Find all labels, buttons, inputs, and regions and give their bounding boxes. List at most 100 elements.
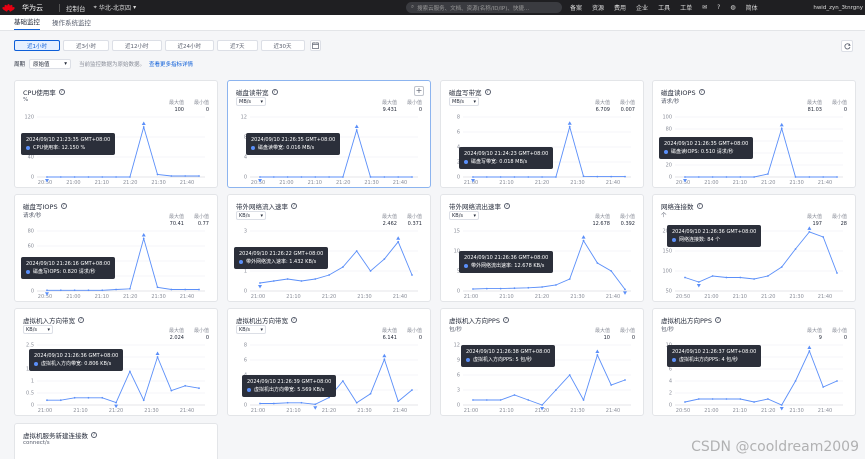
data-point: [156, 286, 159, 289]
x-tick-label: 21:20: [535, 294, 549, 300]
x-tick-label: 21:10: [499, 408, 513, 414]
x-tick-label: 21:00: [66, 180, 80, 186]
notification-icon[interactable]: ✉: [702, 4, 707, 11]
top-link-tools[interactable]: 工具: [658, 3, 670, 12]
y-tick-label: 1: [244, 269, 247, 275]
data-point: [286, 401, 289, 404]
language-switch[interactable]: 简体: [746, 3, 758, 12]
y-tick-label: 6: [244, 358, 247, 364]
brand-name[interactable]: 华为云: [22, 3, 43, 13]
data-point: [87, 396, 90, 399]
time-range-7d[interactable]: 近7天: [217, 40, 258, 51]
y-tick-label: 0: [457, 289, 460, 295]
data-point: [485, 176, 488, 178]
data-point: [101, 176, 104, 178]
region-selector[interactable]: ⌖ 华北-北京四 ▾: [94, 3, 137, 13]
tooltip-time: 2024/09/10 21:26:35 GMT+08:00: [251, 137, 336, 143]
x-tick-label: 20:50: [676, 180, 690, 186]
user-menu[interactable]: hwid_zyn_3tnrgny: [813, 0, 863, 15]
data-point: [725, 276, 728, 279]
period-hint: 当前监控数据为原始数据。: [79, 62, 146, 68]
refresh-button[interactable]: [841, 40, 853, 52]
top-link-tickets[interactable]: 工单: [680, 3, 692, 12]
chevron-down-icon: ▾: [133, 4, 137, 11]
x-tick-label: 21:30: [357, 294, 371, 300]
data-point: [582, 399, 585, 401]
global-search-input[interactable]: ⌕ 搜索云服务、文档、资源(名称/ID/IP)、快捷...: [406, 2, 562, 13]
data-point: [286, 176, 289, 178]
tooltip-time: 2024/09/10 21:26:39 GMT+08:00: [247, 379, 332, 385]
chart-tooltip: 2024/09/10 21:26:35 GMT+08:00 磁盘读带宽: 0.01…: [246, 133, 341, 155]
top-link-resources[interactable]: 资源: [592, 3, 604, 12]
metric-chart[interactable]: 80604020020:5021:0021:1021:2021:3021:40: [15, 195, 219, 303]
more-metrics-link[interactable]: 查看更多指标详情: [149, 60, 193, 68]
metric-card-disk-read-iops: 磁盘读IOPS?请求/秒最大值81.03最小值010080604020020:5…: [652, 80, 856, 188]
calendar-button[interactable]: [309, 40, 321, 51]
metric-card-vm-new-connections: 虚拟机服务新建连接数? connect/s: [14, 423, 218, 459]
data-point: [170, 175, 173, 177]
tab-os-monitoring[interactable]: 操作系统监控: [52, 17, 91, 30]
tooltip-value-row: 虚拟机入方向带宽: 0.806 KB/s: [34, 360, 118, 368]
data-point: [568, 278, 571, 280]
period-select[interactable]: 原始值 ▾: [29, 59, 72, 69]
metric-card-oob-network-in: 带外网络流入速率?KB/s▾最大值2.462最小值0.371321021:002…: [227, 194, 431, 302]
time-range-12h[interactable]: 近12小时: [112, 40, 162, 51]
metric-chart[interactable]: 8642021:0021:1021:2021:3021:40: [228, 309, 432, 417]
x-tick-label: 21:00: [704, 180, 718, 186]
metric-card-cpu-usage: CPU使用率?%最大值100最小值01208040020:5021:0021:1…: [14, 80, 218, 188]
x-tick-label: 21:30: [789, 180, 803, 186]
tab-basic-monitoring[interactable]: 基础监控: [14, 16, 40, 30]
data-point: [780, 266, 783, 268]
metric-chart[interactable]: 2001501005020:5021:0021:1021:2021:3021:4…: [653, 195, 857, 303]
huawei-flower-icon: [1, 3, 15, 12]
y-tick-label: 9: [457, 358, 460, 364]
y-tick-label: 2.5: [26, 343, 34, 349]
max-marker: [567, 121, 572, 125]
data-point: [101, 289, 104, 292]
top-link-billing[interactable]: 费用: [614, 3, 626, 12]
data-point: [198, 288, 200, 291]
y-tick-label: 0: [244, 175, 247, 181]
time-range-24h[interactable]: 近24小时: [164, 40, 214, 51]
tooltip-value-row: 虚拟机入方向PPS: 5 包/秒: [466, 356, 550, 364]
time-range-30d[interactable]: 近30天: [260, 40, 305, 51]
y-tick-label: 6: [457, 130, 460, 136]
time-range-3h[interactable]: 近3小时: [63, 40, 109, 51]
x-tick-label: 21:00: [279, 180, 293, 186]
data-point: [115, 176, 117, 178]
x-tick-label: 21:40: [393, 408, 407, 414]
data-point: [129, 176, 131, 178]
data-point: [555, 176, 557, 178]
metric-chart[interactable]: 15105021:0021:1021:2021:3021:40: [441, 195, 645, 303]
top-link-enterprise[interactable]: 企业: [636, 3, 648, 12]
x-tick-label: 21:40: [818, 180, 832, 186]
time-range-1h[interactable]: 近1小时: [14, 40, 60, 51]
data-point: [780, 127, 783, 130]
tooltip-value: 网络连接数: 84 个: [679, 237, 721, 243]
data-point: [753, 401, 755, 403]
data-point: [129, 287, 131, 290]
tooltip-value: 带外网络流入速率: 1.432 KB/s: [246, 259, 317, 265]
tooltip-time: 2024/09/10 21:26:16 GMT+08:00: [26, 261, 111, 267]
data-point: [184, 175, 187, 177]
data-point: [697, 398, 700, 400]
data-point: [794, 380, 797, 382]
console-link[interactable]: 控制台: [66, 3, 86, 13]
metric-chart[interactable]: 8642021:0021:1021:2021:3021:40: [441, 81, 645, 189]
metric-chart[interactable]: 10080604020020:5021:0021:1021:2021:3021:…: [653, 81, 857, 189]
tooltip-value: 磁盘读带宽: 0.016 MB/s: [258, 145, 315, 151]
data-point: [314, 403, 317, 406]
top-link-beian[interactable]: 备案: [570, 3, 582, 12]
tooltip-value: 虚拟机入方向PPS: 5 包/秒: [473, 357, 532, 363]
data-point: [115, 288, 117, 291]
min-marker: [696, 284, 701, 288]
x-tick-label: 21:40: [180, 408, 194, 414]
x-tick-label: 21:20: [761, 294, 775, 300]
data-point: [527, 176, 530, 178]
calendar-icon: [311, 42, 319, 49]
series-dot-icon: [26, 145, 30, 150]
huawei-logo[interactable]: [0, 0, 16, 15]
help-icon[interactable]: ?: [91, 432, 97, 438]
help-icon-top[interactable]: ?: [717, 4, 720, 11]
x-tick-label: 21:00: [464, 180, 478, 186]
